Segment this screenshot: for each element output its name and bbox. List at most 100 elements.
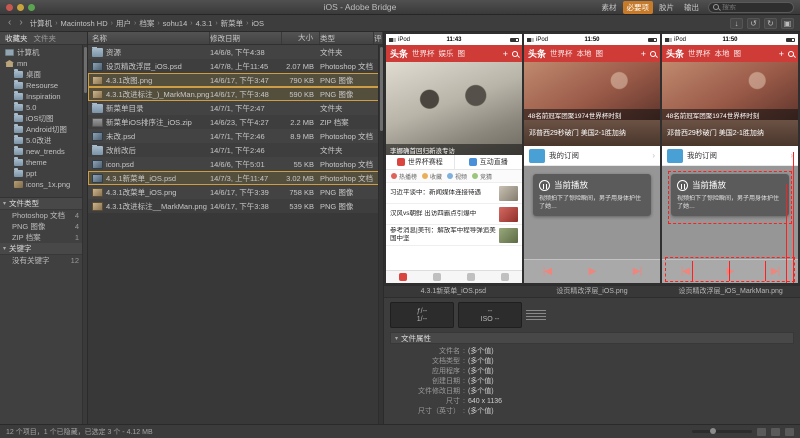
previous-button[interactable]: |◀ [681, 266, 690, 277]
next-button[interactable]: ▶| [633, 266, 642, 277]
now-playing-panel[interactable]: 当前播放 视频拍下了惊险瞬间，男子用身体护住了她… [533, 174, 651, 217]
tree-item[interactable]: 5.0 [0, 102, 87, 113]
sidebar-tab[interactable]: 文件夹 [34, 33, 57, 44]
file-row[interactable]: icon.psd 14/6/6, 下午5:01 55 KB Photoshop 文档 [88, 157, 383, 171]
zoom-button[interactable] [28, 3, 35, 11]
nav-tab[interactable]: 本地 [715, 48, 730, 59]
file-row[interactable]: 设页精改浮层_iOS.psd 14/7/8, 上午11:45 2.07 MB Phot… [88, 59, 383, 73]
tree-item[interactable]: ppt [0, 168, 87, 179]
tree-item[interactable]: Android切图 [0, 124, 87, 135]
search-icon[interactable] [512, 50, 518, 57]
nav-tab[interactable]: 世界杯 [412, 48, 435, 59]
sidebar-scrollbar[interactable] [82, 45, 87, 424]
preview-phone-3[interactable]: iPod 11:50 头条 世界杯 本地图 +48名前冠军团聚1974世界杯时刻 邓普西29… [662, 34, 798, 283]
nav-tab[interactable]: 娱乐 [439, 48, 454, 59]
file-row[interactable]: 4.3.1新菜单_iOS.psd 14/7/3, 上午11:47 3.02 MB Ph… [88, 171, 383, 185]
column-header-type[interactable]: 类型 [320, 32, 374, 44]
chip[interactable]: 视频 [447, 172, 467, 181]
tree-item[interactable]: new_trends [0, 146, 87, 157]
filter-item[interactable]: ZIP 档案 1 [0, 232, 87, 243]
tree-item[interactable]: Inspiration [0, 91, 87, 102]
filter-item[interactable]: PNG 图像 4 [0, 221, 87, 232]
next-button[interactable]: ▶| [771, 266, 780, 277]
news-item[interactable]: 汉风vs朝鲜 出访四霸点引爆中 [386, 204, 522, 225]
tree-item[interactable]: 5.0改进 [0, 135, 87, 146]
play-button[interactable]: ▶ [589, 266, 597, 277]
rotate-right-icon[interactable]: ↻ [764, 17, 777, 29]
headline-card[interactable]: 邓普西29秒破门 美国2-1胜加纳 [524, 120, 660, 146]
tab-profile-icon[interactable] [501, 273, 509, 281]
add-icon[interactable]: + [779, 49, 784, 59]
live-cell[interactable]: 互动直播 [453, 155, 523, 169]
scrollbar-thumb[interactable] [380, 47, 383, 131]
tree-item[interactable]: theme [0, 157, 87, 168]
search-box[interactable] [708, 1, 794, 13]
nav-tab[interactable]: 世界杯 [550, 48, 573, 59]
file-row[interactable]: 改前改后 14/7/1, 下午2:46 文件夹 [88, 143, 383, 157]
filter-section-header[interactable]: ▾ 关键字 [0, 243, 87, 255]
file-row[interactable]: 4.3.1改菜单_iOS.png 14/6/17, 下午3:39 758 KB PNG… [88, 185, 383, 199]
column-header-date[interactable]: 修改日期 [210, 32, 282, 44]
column-header-size[interactable]: 大小 [282, 32, 320, 44]
filter-item[interactable]: 没有关键字 12 [0, 255, 87, 266]
breadcrumb-item[interactable]: 计算机 [29, 18, 54, 29]
file-row[interactable]: 新菜单目录 14/7/1, 下午2:47 文件夹 [88, 101, 383, 115]
search-input[interactable] [722, 3, 786, 11]
file-row[interactable]: 未改.psd 14/7/1, 下午2:46 8.9 MB Photoshop 文档 [88, 129, 383, 143]
nav-tab[interactable]: 世界杯 [688, 48, 711, 59]
view-grid-button[interactable] [757, 427, 766, 436]
filter-item[interactable]: Photoshop 文档 4 [0, 210, 87, 221]
news-item[interactable]: 参考消息|美刊：解放军中程导弹追美国中坚 [386, 225, 522, 246]
import-icon[interactable]: ↓ [730, 17, 743, 29]
view-detail-button[interactable] [771, 427, 780, 436]
file-row[interactable]: 4.3.1改进标注_)_MarkMan.png 14/6/17, 下午3:48 59… [88, 87, 383, 101]
hero-photo[interactable]: 48名前冠军团聚1974世界杯时刻 [524, 62, 660, 120]
now-playing-panel[interactable]: 当前播放 视频拍下了惊险瞬间，男子用身体护住了她… [671, 174, 789, 217]
preview-phone-1[interactable]: iPod 11:43 头条 世界杯 娱乐 图 + 李娜确首回归新浪专访 世界杯赛… [386, 34, 522, 283]
headline-card[interactable]: 邓普西29秒破门 美国2-1胜加纳 [662, 120, 798, 146]
breadcrumb-item[interactable]: iOS [251, 19, 266, 28]
add-icon[interactable]: + [641, 49, 646, 59]
workspace-tab[interactable]: 素材 [598, 1, 621, 14]
column-header-rate[interactable]: 评级 [374, 32, 383, 44]
news-item[interactable]: 习近平谈中：新闻媒体连接待遇 [386, 183, 522, 204]
search-icon[interactable] [650, 50, 656, 57]
nav-tab[interactable]: 本地 [577, 48, 592, 59]
hero-photo[interactable]: 48名前冠军团聚1974世界杯时刻 [662, 62, 798, 120]
filelist-scrollbar[interactable] [378, 45, 383, 424]
nav-tab[interactable]: 图 [458, 48, 466, 59]
hero-photo[interactable]: 李娜确首回归新浪专访 [386, 62, 522, 155]
tree-item[interactable]: 计算机 [0, 47, 87, 58]
breadcrumb-item[interactable]: Macintosh HD [60, 19, 109, 28]
scrollbar-thumb[interactable] [84, 47, 87, 93]
tree-item[interactable]: icons_1x.png [0, 179, 87, 190]
file-properties-header[interactable]: ▾ 文件属性 [390, 332, 794, 344]
workspace-tab[interactable]: 胶片 [655, 1, 678, 14]
workspace-tab[interactable]: 必要项 [622, 0, 653, 14]
file-row[interactable]: 4.3.1改图.png 14/6/17, 下午3:47 790 KB PNG 图像 [88, 73, 383, 87]
schedule-cell[interactable]: 世界杯赛程 [386, 155, 454, 169]
tree-item[interactable]: Resourse [0, 80, 87, 91]
view-list-button[interactable] [785, 427, 794, 436]
breadcrumb-item[interactable]: 新菜单 [220, 18, 245, 29]
tree-item[interactable]: 桌面 [0, 69, 87, 80]
add-icon[interactable]: + [503, 49, 508, 59]
forward-button[interactable]: › [17, 18, 24, 28]
preview-phone-2[interactable]: iPod 11:50 头条 世界杯 本地图 +48名前冠军团聚1974世界杯时刻 邓普西29… [524, 34, 660, 283]
breadcrumb-item[interactable]: sohu14 [162, 19, 189, 28]
subscription-row[interactable]: 我的订阅 › [524, 146, 660, 166]
filter-section-header[interactable]: ▾ 文件类型 [0, 198, 87, 210]
breadcrumb-item[interactable]: 用户 [115, 18, 132, 29]
tree-item[interactable]: mn [0, 58, 87, 69]
chip[interactable]: 收藏 [422, 172, 442, 181]
breadcrumb-item[interactable]: 4.3.1 [195, 19, 214, 28]
minimize-button[interactable] [17, 3, 24, 11]
workspace-tab[interactable]: 输出 [680, 1, 703, 14]
thumbnail-size-slider[interactable] [692, 428, 752, 434]
nav-tab[interactable]: 图 [734, 48, 742, 59]
nav-tab[interactable]: 图 [596, 48, 604, 59]
tab-discover-icon[interactable] [467, 273, 475, 281]
close-button[interactable] [6, 3, 13, 11]
breadcrumb-item[interactable]: 档案 [138, 18, 155, 29]
chip[interactable]: 热播榜 [391, 172, 417, 181]
